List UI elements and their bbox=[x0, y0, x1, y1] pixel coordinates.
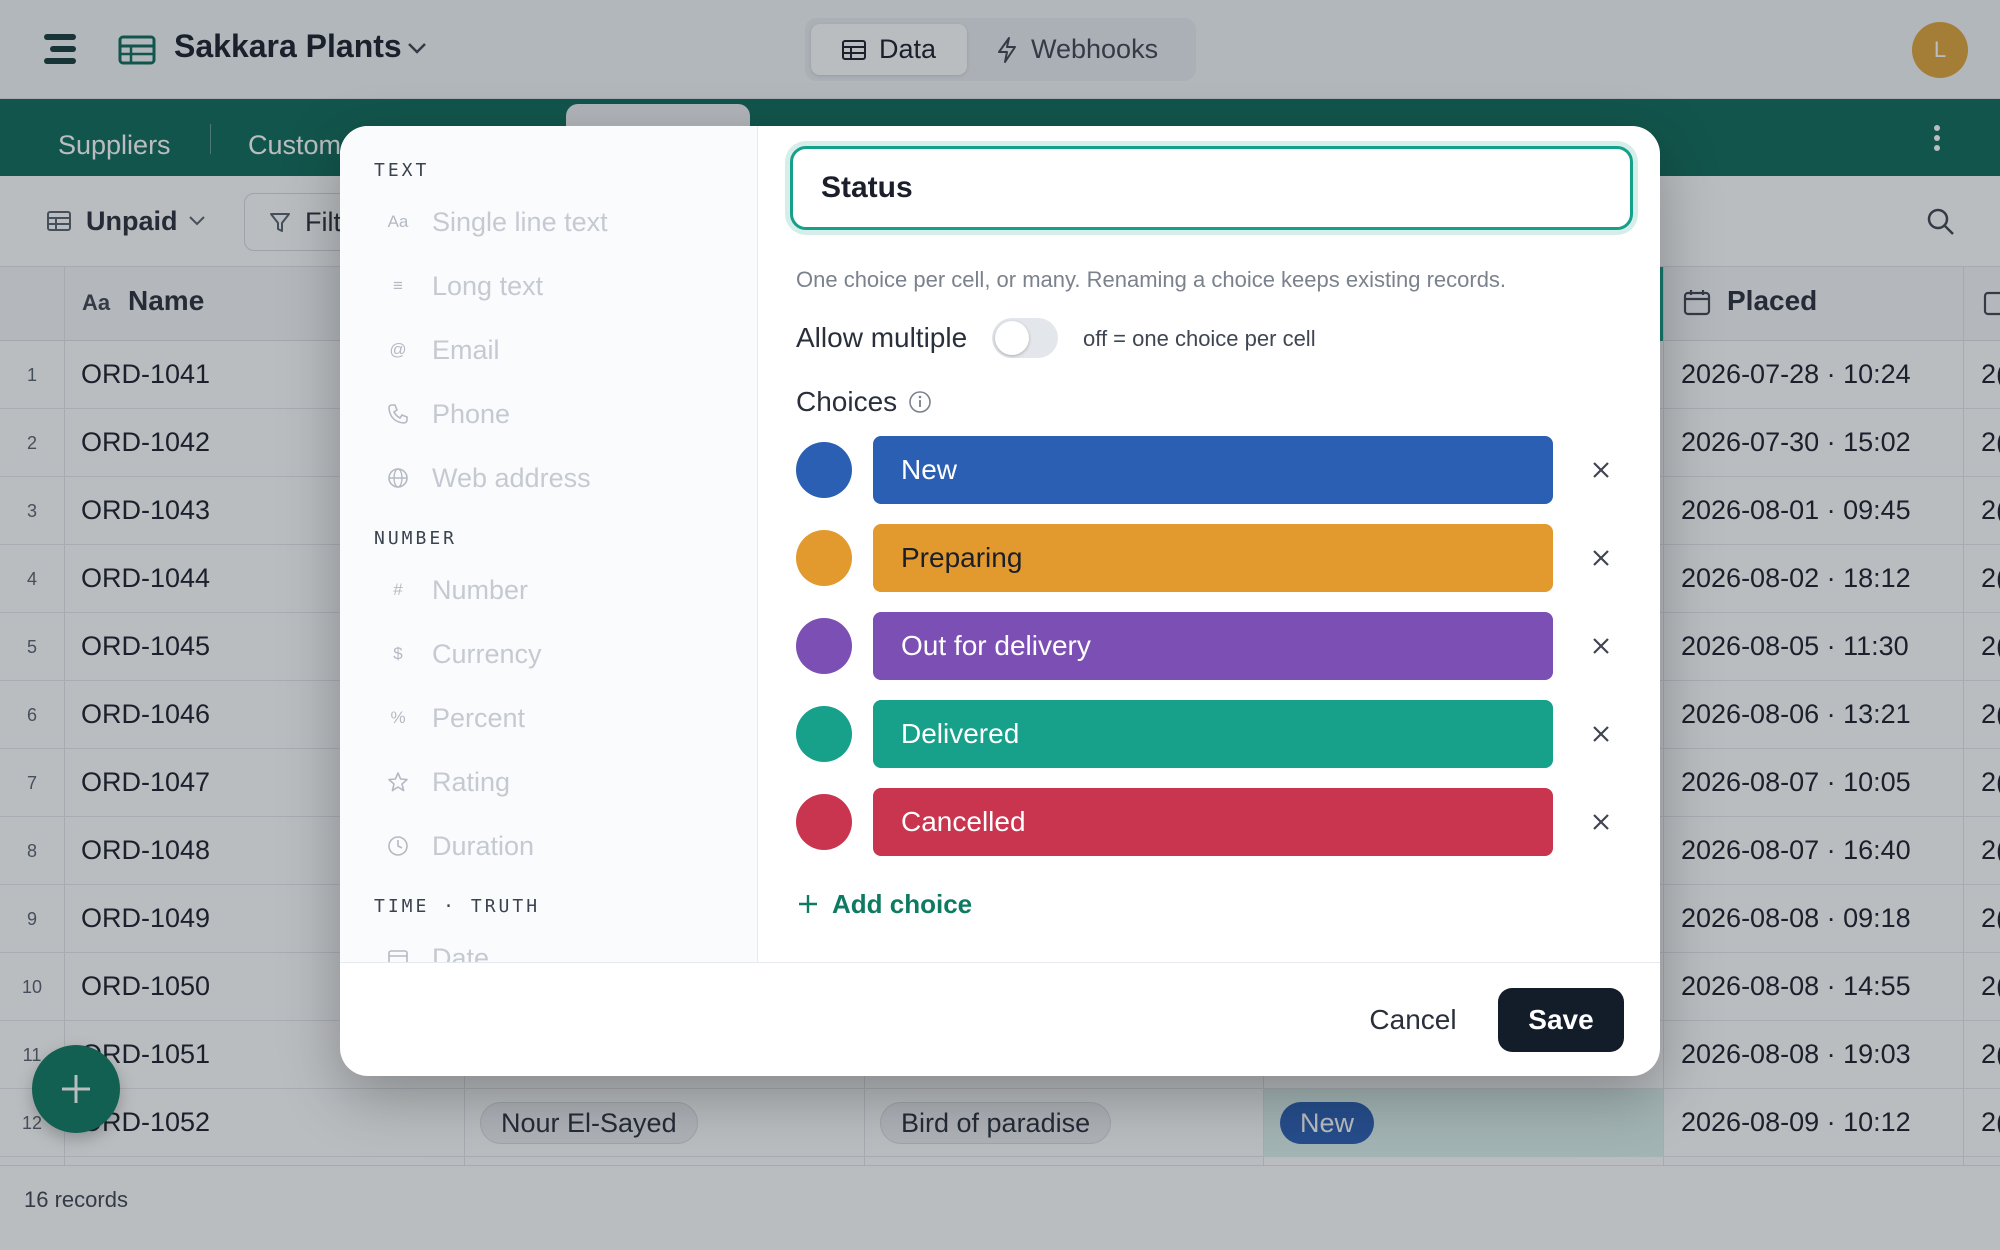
toggle-knob bbox=[995, 321, 1029, 355]
section-title-text: TEXT bbox=[374, 160, 430, 181]
choice-color-swatch[interactable] bbox=[796, 794, 852, 850]
choice-color-swatch[interactable] bbox=[796, 442, 852, 498]
globe-icon bbox=[374, 458, 422, 498]
remove-choice-icon[interactable] bbox=[1584, 805, 1618, 839]
info-icon[interactable] bbox=[908, 390, 932, 414]
field-type-label: Percent bbox=[432, 702, 526, 733]
field-type-rating[interactable]: Rating bbox=[374, 757, 510, 807]
choices-label: Choices bbox=[796, 386, 898, 417]
choice-label-input[interactable]: Delivered bbox=[873, 700, 1553, 768]
choice-color-swatch[interactable] bbox=[796, 530, 852, 586]
at-icon: @ bbox=[389, 340, 407, 359]
field-name-input[interactable]: Status bbox=[790, 146, 1633, 230]
remove-choice-icon[interactable] bbox=[1584, 453, 1618, 487]
field-help-text: One choice per cell, or many. Renaming a… bbox=[796, 267, 1507, 292]
phone-icon bbox=[374, 394, 422, 434]
field-type-label: Long text bbox=[432, 270, 544, 301]
allow-multiple-label: Allow multiple bbox=[796, 322, 968, 353]
cancel-button[interactable]: Cancel bbox=[1340, 988, 1486, 1052]
add-choice-label: Add choice bbox=[832, 888, 973, 919]
text-type-icon: Aa bbox=[387, 212, 409, 231]
field-editor-dialog: TEXT Aa Single line text ≡ Long text @ E… bbox=[340, 126, 1660, 1076]
remove-choice-icon[interactable] bbox=[1584, 717, 1618, 751]
plus-icon bbox=[799, 895, 817, 913]
choice-color-swatch[interactable] bbox=[796, 706, 852, 762]
field-type-list: TEXT Aa Single line text ≡ Long text @ E… bbox=[340, 126, 758, 962]
field-type-web-address[interactable]: Web address bbox=[374, 453, 591, 503]
clock-icon bbox=[374, 826, 422, 866]
remove-choice-icon[interactable] bbox=[1584, 629, 1618, 663]
field-type-date[interactable]: Date bbox=[374, 933, 489, 962]
save-button[interactable]: Save bbox=[1498, 988, 1624, 1052]
star-icon bbox=[374, 762, 422, 802]
field-type-currency[interactable]: $ Currency bbox=[374, 629, 542, 679]
field-type-label: Email bbox=[432, 334, 500, 365]
field-type-label: Web address bbox=[432, 462, 591, 493]
lines-icon: ≡ bbox=[393, 276, 403, 295]
field-type-label: Phone bbox=[432, 398, 511, 429]
calendar-icon bbox=[374, 938, 422, 962]
field-type-label: Duration bbox=[432, 830, 535, 861]
field-type-label: Number bbox=[432, 574, 529, 605]
field-type-percent[interactable]: % Percent bbox=[374, 693, 525, 743]
field-type-duration[interactable]: Duration bbox=[374, 821, 534, 871]
section-title-time: TIME · TRUTH bbox=[374, 896, 541, 917]
field-type-email[interactable]: @ Email bbox=[374, 325, 500, 375]
choice-label-input[interactable]: Cancelled bbox=[873, 788, 1553, 856]
percent-icon: % bbox=[390, 708, 406, 727]
choice-color-swatch[interactable] bbox=[796, 618, 852, 674]
field-type-label: Date bbox=[432, 942, 490, 963]
allow-multiple-toggle[interactable] bbox=[992, 318, 1058, 358]
add-choice-button[interactable]: Add choice bbox=[796, 884, 972, 924]
field-type-label: Single line text bbox=[432, 206, 608, 237]
field-type-single-line[interactable]: Aa Single line text bbox=[374, 197, 608, 247]
field-type-label: Rating bbox=[432, 766, 511, 797]
choice-label-input[interactable]: Preparing bbox=[873, 524, 1553, 592]
field-type-long-text[interactable]: ≡ Long text bbox=[374, 261, 543, 311]
section-title-number: NUMBER bbox=[374, 528, 458, 549]
field-type-label: Currency bbox=[432, 638, 542, 669]
choice-label-input[interactable]: New bbox=[873, 436, 1553, 504]
choice-label-input[interactable]: Out for delivery bbox=[873, 612, 1553, 680]
hash-icon: # bbox=[393, 580, 403, 599]
field-type-number[interactable]: # Number bbox=[374, 565, 528, 615]
allow-multiple-hint: off = one choice per cell bbox=[1083, 326, 1316, 351]
dollar-icon: $ bbox=[393, 644, 403, 663]
field-type-phone[interactable]: Phone bbox=[374, 389, 510, 439]
remove-choice-icon[interactable] bbox=[1584, 541, 1618, 575]
